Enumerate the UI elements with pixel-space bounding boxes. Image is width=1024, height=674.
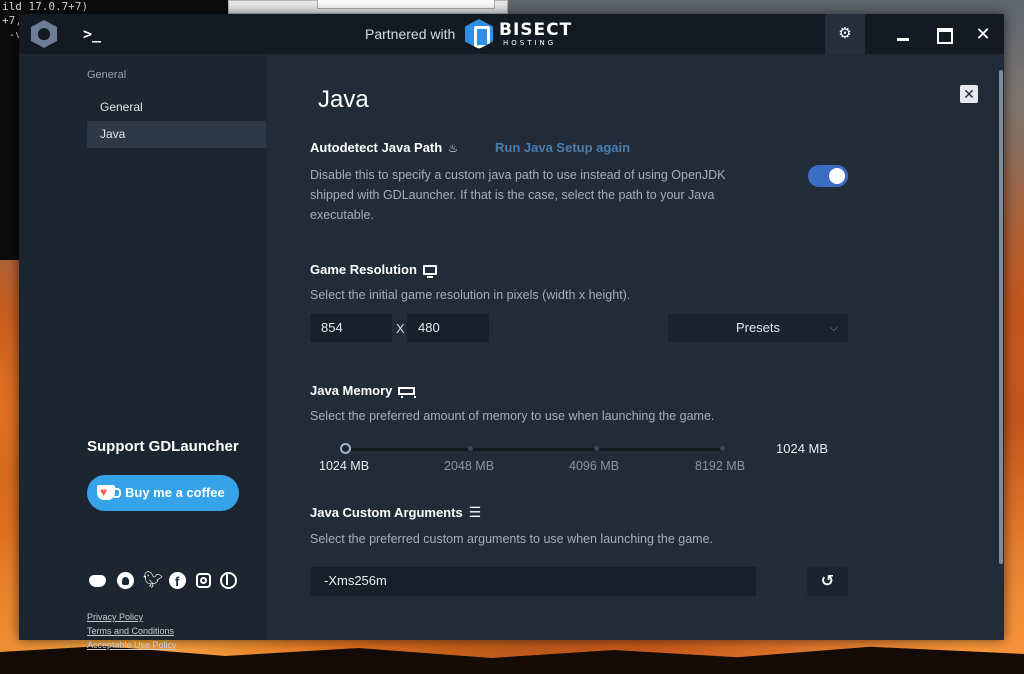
settings-sidebar: General General Java Support GDLauncher … (19, 54, 266, 650)
maximize-icon[interactable] (923, 14, 963, 54)
terminal-icon[interactable]: >_ (83, 25, 101, 43)
settings-content: Java ✕ Autodetect Java Path ♨ Run Java Se… (266, 54, 1004, 640)
background-window (228, 0, 508, 14)
acceptable-use-link[interactable]: Acceptable Use Policy (87, 640, 177, 650)
resolution-heading-text: Game Resolution (310, 262, 417, 277)
list-icon: ☰ (468, 504, 482, 520)
memory-current-value: 1024 MB (776, 441, 829, 456)
buy-me-a-coffee-button[interactable]: Buy me a coffee (87, 474, 239, 511)
memory-description: Select the preferred amount of memory to… (310, 409, 715, 423)
memory-mark-label: 1024 MB (319, 459, 370, 473)
arguments-heading-text: Java Custom Arguments (310, 505, 463, 520)
resolution-description: Select the initial game resolution in pi… (310, 288, 631, 302)
monitor-icon (422, 265, 437, 278)
resolution-separator: X (396, 321, 405, 336)
reset-arguments-icon[interactable]: ↺ (807, 567, 848, 596)
sidebar-section-title: General (87, 69, 127, 81)
autodetect-toggle[interactable] (808, 165, 848, 187)
gdlauncher-window: >_ Partnered with BISECT HOSTING ⚙ ✕ Gen… (19, 14, 1004, 650)
java-cup-icon: ♨ (448, 143, 459, 155)
website-icon[interactable] (220, 572, 237, 589)
autodetect-heading: Autodetect Java Path ♨ (310, 140, 458, 155)
bisect-subtitle: HOSTING (503, 39, 557, 47)
arguments-description: Select the preferred custom arguments to… (310, 532, 714, 546)
close-settings-icon[interactable]: ✕ (960, 85, 978, 103)
slider-dot (594, 446, 599, 451)
scrollbar[interactable] (999, 70, 1003, 564)
description-line: shipped with GDLauncher. If that is the … (310, 188, 715, 202)
gear-icon[interactable]: ⚙ (825, 14, 865, 54)
java-arguments-input[interactable]: -Xms256m (310, 567, 756, 596)
description-line: Disable this to specify a custom java pa… (310, 168, 726, 182)
support-title: Support GDLauncher (87, 438, 239, 455)
resolution-heading: Game Resolution (310, 262, 437, 278)
close-icon[interactable]: ✕ (963, 14, 1003, 54)
twitter-icon[interactable]: 🐦︎ (143, 572, 163, 589)
bisect-logo-icon (465, 19, 493, 49)
ram-icon (398, 387, 417, 398)
minimize-icon[interactable] (883, 14, 923, 54)
memory-slider-handle[interactable] (340, 443, 351, 454)
presets-label: Presets (735, 320, 781, 335)
memory-heading-text: Java Memory (310, 383, 393, 398)
coffee-cup-icon (97, 474, 121, 510)
autodetect-heading-text: Autodetect Java Path (310, 140, 443, 155)
facebook-icon[interactable] (169, 572, 186, 589)
instagram-icon[interactable] (195, 572, 212, 589)
bisect-hosting-logo[interactable]: BISECT HOSTING (465, 19, 577, 49)
resolution-height-input[interactable]: 480 (407, 314, 489, 342)
memory-heading: Java Memory (310, 383, 417, 398)
terminal-line: ild 17.0.7+7) (2, 0, 89, 13)
slider-dot (468, 446, 473, 451)
description-line: executable. (310, 208, 374, 222)
coffee-button-label: Buy me a coffee (125, 485, 225, 500)
discord-icon[interactable] (89, 572, 106, 589)
memory-mark-label: 2048 MB (444, 459, 495, 473)
chevron-down-icon: ⌵ (829, 322, 838, 334)
terms-link[interactable]: Terms and Conditions (87, 626, 174, 636)
partnered-label: Partnered with (365, 26, 456, 42)
sidebar-item-general[interactable]: General (87, 94, 266, 121)
titlebar: >_ Partnered with BISECT HOSTING ⚙ ✕ (19, 14, 1004, 54)
privacy-policy-link[interactable]: Privacy Policy (87, 612, 143, 622)
memory-mark-label: 4096 MB (569, 459, 620, 473)
presets-dropdown[interactable]: Presets ⌵ (668, 314, 848, 342)
slider-dot (720, 446, 725, 451)
memory-slider-track[interactable] (344, 448, 724, 451)
page-title: Java (318, 86, 369, 113)
background-window-bar (317, 0, 495, 9)
github-icon[interactable] (117, 572, 134, 589)
autodetect-description: Disable this to specify a custom java pa… (310, 165, 726, 225)
launcher-logo-icon[interactable] (31, 20, 57, 48)
run-java-setup-link[interactable]: Run Java Setup again (495, 140, 630, 155)
sidebar-item-java[interactable]: Java (87, 121, 266, 148)
resolution-width-input[interactable]: 854 (310, 314, 392, 342)
bisect-name: BISECT (499, 20, 573, 40)
memory-mark-label: 8192 MB (695, 459, 746, 473)
arguments-heading: Java Custom Arguments ☰ (310, 504, 481, 521)
